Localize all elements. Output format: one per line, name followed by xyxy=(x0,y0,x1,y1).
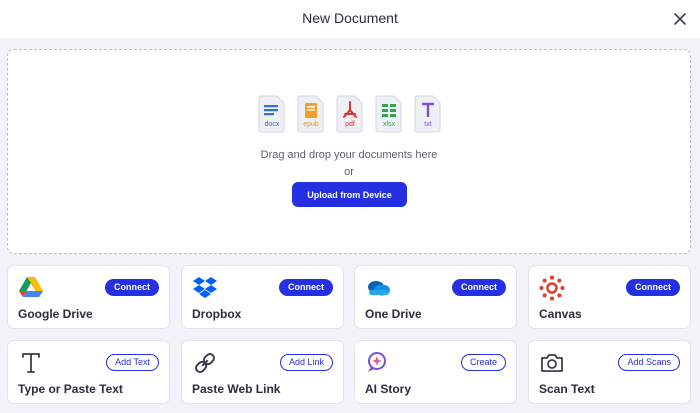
scan-text-label: Scan Text xyxy=(539,382,595,396)
onedrive-connect-button[interactable]: Connect xyxy=(452,279,506,296)
txt-label: txt xyxy=(424,121,431,128)
scan-text-card[interactable]: Add Scans Scan Text xyxy=(528,340,691,404)
canvas-icon xyxy=(539,275,565,301)
paste-web-link-card[interactable]: Add Link Paste Web Link xyxy=(181,340,344,404)
add-link-button[interactable]: Add Link xyxy=(279,354,333,371)
google-drive-card[interactable]: Connect Google Drive xyxy=(7,265,170,329)
paste-web-link-label: Paste Web Link xyxy=(192,382,281,396)
text-icon xyxy=(18,350,44,376)
epub-file-icon: epub xyxy=(297,95,325,133)
type-paste-text-card[interactable]: Add Text Type or Paste Text xyxy=(7,340,170,404)
add-text-button[interactable]: Add Text xyxy=(106,354,159,371)
google-drive-icon xyxy=(18,275,44,301)
canvas-label: Canvas xyxy=(539,307,582,321)
dropbox-label: Dropbox xyxy=(192,307,242,321)
upload-dropzone[interactable]: docx epub pdf xlsx txt Drag and drop you… xyxy=(7,49,691,254)
type-paste-text-label: Type or Paste Text xyxy=(18,382,123,396)
xlsx-label: xlsx xyxy=(383,121,396,128)
xlsx-file-icon: xlsx xyxy=(375,95,403,133)
dropbox-icon xyxy=(192,275,218,301)
google-drive-connect-button[interactable]: Connect xyxy=(105,279,159,296)
ai-story-label: AI Story xyxy=(365,382,412,396)
onedrive-label: One Drive xyxy=(365,307,422,321)
file-type-icons: docx epub pdf xlsx txt xyxy=(258,95,442,135)
docx-label: docx xyxy=(265,121,280,128)
add-scans-button[interactable]: Add Scans xyxy=(618,354,680,371)
txt-file-icon: txt xyxy=(414,95,442,133)
create-ai-story-button[interactable]: Create xyxy=(460,354,506,371)
drag-drop-text: Drag and drop your documents here xyxy=(260,149,438,161)
canvas-card[interactable]: Connect Canvas xyxy=(528,265,691,329)
docx-file-icon: docx xyxy=(258,95,286,133)
pdf-file-icon: pdf xyxy=(336,95,364,133)
dropbox-card[interactable]: Connect Dropbox xyxy=(181,265,344,329)
link-icon xyxy=(192,350,218,376)
or-text: or xyxy=(344,166,354,178)
close-icon[interactable] xyxy=(670,9,690,29)
modal-header: New Document xyxy=(0,0,700,38)
modal-title: New Document xyxy=(302,10,398,26)
pdf-label: pdf xyxy=(345,121,355,128)
ai-story-icon xyxy=(365,350,391,376)
upload-from-device-button[interactable]: Upload from Device xyxy=(292,182,407,207)
epub-label: epub xyxy=(303,121,319,128)
google-drive-label: Google Drive xyxy=(18,307,93,321)
onedrive-icon xyxy=(365,275,391,301)
dropbox-connect-button[interactable]: Connect xyxy=(279,279,333,296)
camera-icon xyxy=(539,350,565,376)
ai-story-card[interactable]: Create AI Story xyxy=(354,340,517,404)
canvas-connect-button[interactable]: Connect xyxy=(626,279,680,296)
onedrive-card[interactable]: Connect One Drive xyxy=(354,265,517,329)
